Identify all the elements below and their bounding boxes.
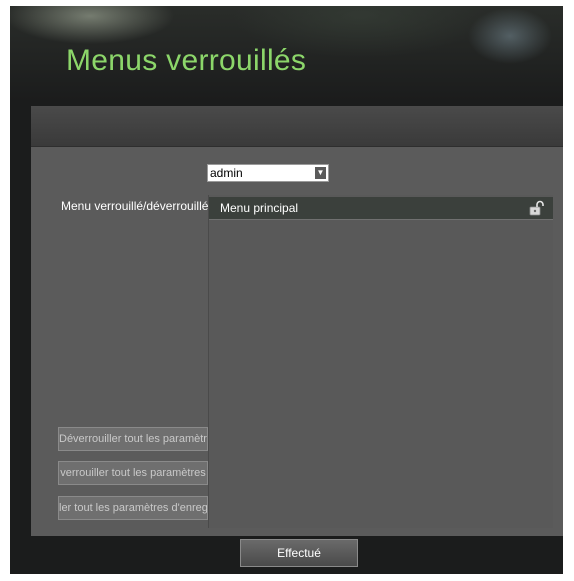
chevron-down-icon[interactable]: ▼ <box>315 167 326 179</box>
unlocked-padlock-icon[interactable] <box>529 200 545 216</box>
record-settings-button[interactable]: ler tout les paramètres d'enregis <box>58 496 208 520</box>
panel-header-bar <box>31 106 563 147</box>
done-button[interactable]: Effectué <box>240 539 358 567</box>
lock-unlock-label: Menu verrouillé/déverrouillé <box>61 199 209 213</box>
unlock-all-button[interactable]: Déverrouiller tout les paramètres <box>58 427 208 451</box>
menu-list: Menu principal <box>208 195 553 528</box>
user-select-value: admin <box>210 166 243 180</box>
page-title: Menus verrouillés <box>66 44 307 77</box>
header-banner: Menus verrouillés <box>10 6 563 101</box>
settings-panel: admin ▼ Menu verrouillé/déverrouillé Men… <box>31 106 563 536</box>
menu-item-label: Menu principal <box>220 201 299 215</box>
user-select[interactable]: admin ▼ <box>207 164 329 182</box>
list-item[interactable]: Menu principal <box>209 197 553 220</box>
app-window: Menus verrouillés admin ▼ Menu verrouill… <box>10 6 563 574</box>
lock-all-button[interactable]: verrouiller tout les paramètres <box>58 461 208 485</box>
